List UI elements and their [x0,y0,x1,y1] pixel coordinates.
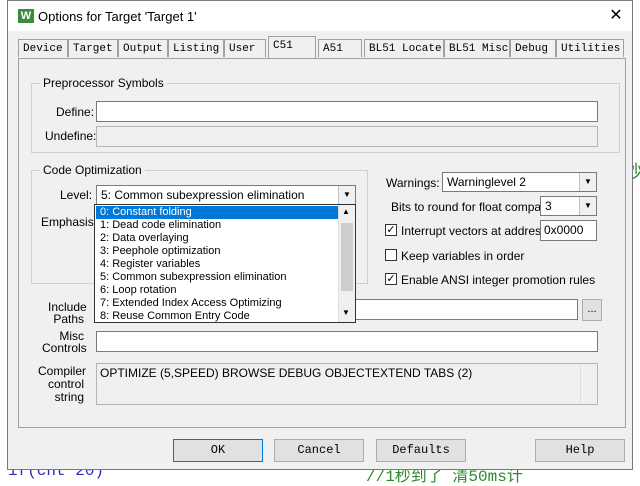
tab-bl51-locate[interactable]: BL51 Locate [364,39,444,57]
dialog-title: Options for Target 'Target 1' [38,9,197,24]
tab-bl51-misc[interactable]: BL51 Misc [444,39,510,57]
compiler-scrollbar[interactable] [580,364,597,404]
warnings-select[interactable]: Warninglevel 2 ▼ [442,172,597,192]
tab-utilities[interactable]: Utilities [556,39,624,57]
level-option[interactable]: 3: Peephole optimization [96,245,220,258]
ok-button[interactable]: OK [173,439,263,462]
compiler-control-value: OPTIMIZE (5,SPEED) BROWSE DEBUG OBJECTEX… [100,366,473,380]
define-label: Define: [56,105,95,119]
keep-variables-checkbox[interactable] [385,249,397,261]
compiler-control-string[interactable]: OPTIMIZE (5,SPEED) BROWSE DEBUG OBJECTEX… [96,363,598,405]
keil-icon: W [18,9,34,23]
include-label-line2: Paths [53,312,84,326]
level-option[interactable]: 0: Constant folding [96,206,338,219]
interrupt-checkbox[interactable]: ✓ [385,224,397,236]
cancel-button[interactable]: Cancel [274,439,364,462]
chevron-down-icon[interactable]: ▼ [338,186,355,204]
emphasis-label: Emphasis: [41,215,98,229]
level-option[interactable]: 1: Dead code elimination [96,219,221,232]
browse-button[interactable]: ... [582,299,602,321]
dropdown-scrollbar[interactable]: ▲ ▼ [338,205,355,322]
level-option[interactable]: 2: Data overlaying [96,232,189,245]
chevron-down-icon[interactable]: ▼ [342,308,350,317]
level-option[interactable]: 6: Loop rotation [96,284,176,297]
interrupt-label: Interrupt vectors at address: [401,224,551,238]
keep-variables-label: Keep variables in order [401,249,525,263]
checkmark-icon: ✓ [386,224,396,236]
define-input[interactable] [96,101,598,122]
include-paths-label: Include Paths [48,301,87,326]
chevron-up-icon[interactable]: ▲ [342,207,350,216]
bits-select[interactable]: 3 ▼ [540,196,597,216]
misc-label-line2: Controls [42,341,87,355]
help-button[interactable]: Help [535,439,625,462]
close-icon[interactable]: ✕ [606,6,626,26]
chevron-down-icon[interactable]: ▼ [579,173,596,191]
tab-debug[interactable]: Debug [510,39,556,57]
warnings-label: Warnings: [386,176,440,190]
misc-controls-input[interactable] [96,331,598,352]
chevron-down-icon[interactable]: ▼ [579,197,596,215]
level-option[interactable]: 5: Common subexpression elimination [96,271,286,284]
tab-device[interactable]: Device [18,39,68,57]
undefine-input[interactable] [96,126,598,147]
tab-a51[interactable]: A51 [318,39,362,57]
level-option[interactable]: 7: Extended Index Access Optimizing [96,297,282,310]
preprocessor-group-title: Preprocessor Symbols [40,76,167,90]
defaults-button[interactable]: Defaults [376,439,466,462]
level-dropdown-list[interactable]: 0: Constant folding 1: Dead code elimina… [94,204,356,323]
level-select[interactable]: 5: Common subexpression elimination ▼ [96,185,356,205]
level-select-value: 5: Common subexpression elimination [101,188,305,202]
tab-output[interactable]: Output [118,39,168,57]
checkmark-icon: ✓ [386,273,396,285]
bits-label: Bits to round for float compare: [391,200,556,214]
tab-c51[interactable]: C51 [268,36,316,58]
compiler-control-label: Compiler control string [38,365,86,404]
code-optimization-title: Code Optimization [40,163,145,177]
bits-select-value: 3 [545,199,552,213]
title-bar[interactable]: W Options for Target 'Target 1' ✕ [8,1,632,31]
ansi-checkbox[interactable]: ✓ [385,273,397,285]
warnings-select-value: Warninglevel 2 [447,175,526,189]
compiler-label-line3: string [54,390,84,404]
dropdown-scroll-thumb[interactable] [341,223,353,291]
ansi-label: Enable ANSI integer promotion rules [401,273,596,287]
tab-target[interactable]: Target [68,39,118,57]
level-option[interactable]: 4: Register variables [96,258,200,271]
tab-user[interactable]: User [224,39,266,57]
tab-listing[interactable]: Listing [168,39,224,57]
interrupt-address-input[interactable]: 0x0000 [540,220,597,241]
misc-controls-label: Misc Controls [42,330,87,355]
undefine-label: Undefine: [45,129,97,143]
level-option[interactable]: 8: Reuse Common Entry Code [96,310,250,323]
level-label: Level: [60,188,93,202]
